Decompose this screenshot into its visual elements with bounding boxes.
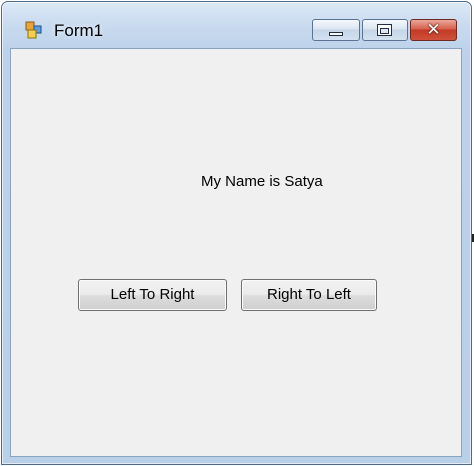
left-to-right-button[interactable]: Left To Right [78,279,227,311]
close-button[interactable]: ✕ [410,19,457,41]
right-to-left-button[interactable]: Right To Left [241,279,377,311]
window-title: Form1 [54,21,104,40]
minimize-icon [329,32,343,36]
close-icon: ✕ [426,20,441,40]
title-bar[interactable]: Form1 ✕ [2,2,471,48]
minimize-button[interactable] [312,19,360,41]
caption-buttons: ✕ [310,19,457,43]
name-label: My Name is Satya [201,173,323,190]
winforms-app-icon [25,21,42,39]
form1-window: Form1 ✕ My Name is Satya Left To Right R… [1,1,472,465]
maximize-icon [377,24,392,36]
maximize-button[interactable] [362,19,408,41]
form-client-area: My Name is Satya Left To Right Right To … [10,48,462,457]
